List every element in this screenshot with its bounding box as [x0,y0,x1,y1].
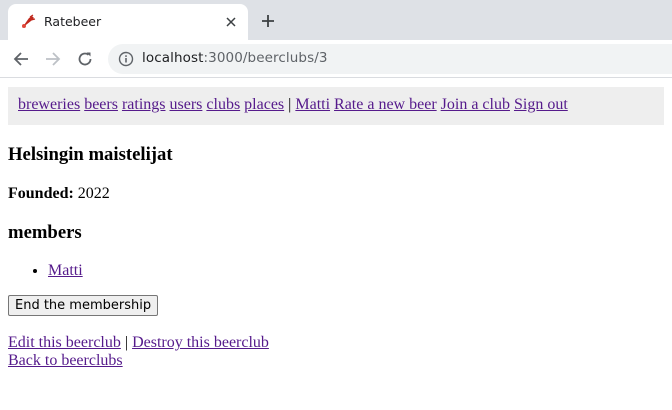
plus-icon[interactable] [258,11,278,31]
tab-title: Ratebeer [44,14,102,29]
footer-separator: | [124,334,129,351]
nav-link-beers[interactable]: beers [84,96,118,113]
url-host: localhost [142,50,204,66]
founded-label: Founded: [8,185,74,202]
reload-icon[interactable] [75,49,95,69]
nav-link-users[interactable]: users [170,96,203,113]
footer-links: Edit this beerclub | Destroy this beercl… [8,334,664,370]
founded-year: 2022 [77,185,110,202]
destroy-beerclub-link[interactable]: Destroy this beerclub [132,334,269,351]
site-navbar: breweries beers ratings users clubs plac… [8,87,664,125]
browser-tabstrip: Ratebeer [0,0,672,40]
members-list: Matti [8,261,664,281]
nav-link-breweries[interactable]: breweries [18,96,80,113]
favicon-icon [20,14,36,30]
club-name-heading: Helsingin maistelijat [8,144,173,165]
back-to-beerclubs-link[interactable]: Back to beerclubs [8,352,123,369]
members-heading: members [8,222,82,243]
url-text: localhost:3000/beerclubs/3 [142,50,328,66]
close-icon[interactable] [222,13,240,31]
end-membership-button[interactable]: End the membership [8,295,159,316]
edit-beerclub-link[interactable]: Edit this beerclub [8,334,121,351]
founded-info: Founded: 2022 [8,184,664,204]
nav-link-sign-out[interactable]: Sign out [514,96,568,113]
address-bar[interactable]: localhost:3000/beerclubs/3 [108,44,672,74]
browser-tab[interactable]: Ratebeer [8,4,248,40]
page-content: breweries beers ratings users clubs plac… [0,87,672,370]
list-item: Matti [48,261,664,281]
nav-separator: | [288,96,292,113]
nav-link-places[interactable]: places [244,96,284,113]
forward-arrow-icon[interactable] [43,49,63,69]
url-path: :3000/beerclubs/3 [203,50,328,66]
nav-link-clubs[interactable]: clubs [206,96,240,113]
nav-link-join-club[interactable]: Join a club [441,96,510,113]
nav-link-rate-beer[interactable]: Rate a new beer [334,96,437,113]
info-icon[interactable] [118,51,134,67]
nav-link-ratings[interactable]: ratings [122,96,166,113]
nav-link-current-user[interactable]: Matti [295,96,330,113]
back-arrow-icon[interactable] [11,49,31,69]
member-link[interactable]: Matti [48,262,83,279]
browser-toolbar: localhost:3000/beerclubs/3 [0,40,672,78]
